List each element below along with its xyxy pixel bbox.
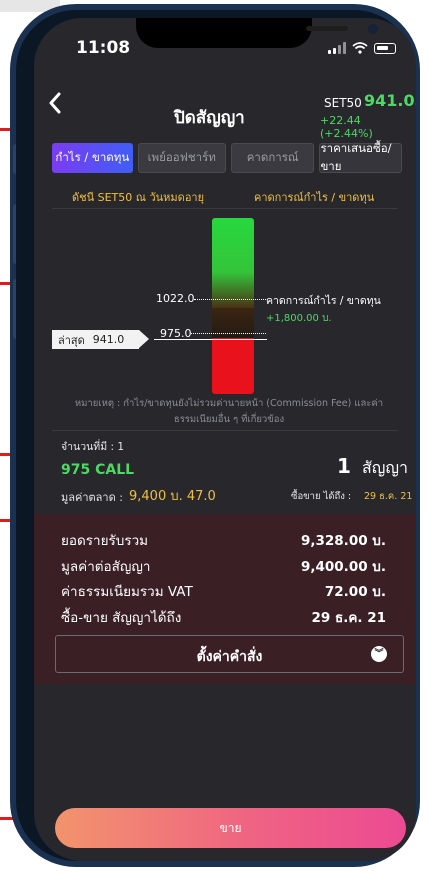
level-strike-line bbox=[191, 333, 266, 334]
contract-count-unit: สัญญา bbox=[362, 458, 409, 477]
disclaimer-note: หมายเหตุ : กำไร/ขาดทุนยังไม่รวมค่านายหน้… bbox=[74, 398, 384, 425]
chevron-left-icon bbox=[49, 92, 61, 114]
camera bbox=[368, 24, 378, 34]
contract-count: 1 สัญญา bbox=[337, 454, 408, 481]
speaker bbox=[306, 26, 348, 31]
wifi-icon bbox=[352, 42, 368, 54]
chevron-double-down-icon: ︾ bbox=[371, 646, 387, 662]
last-price-tag: ล่าสุด 941.0 bbox=[52, 330, 139, 349]
level-high-line bbox=[194, 299, 266, 300]
summary-row-trade-until: ซื้อ-ขาย สัญญาได้ถึง 29 ธ.ค. 21 bbox=[61, 606, 386, 628]
status-icons bbox=[328, 42, 396, 54]
order-settings-button[interactable]: ตั้งค่าคำสั่ง ︾ bbox=[55, 635, 404, 673]
tab-bid-offer[interactable]: ราคาเสนอซื้อ/ขาย bbox=[319, 141, 403, 173]
quantity-held: จำนวนที่มี : 1 bbox=[61, 441, 125, 453]
series-name: 975 CALL bbox=[61, 462, 135, 478]
divider bbox=[52, 208, 398, 209]
summary-label: ค่าธรรมเนียมรวม VAT bbox=[61, 584, 193, 600]
index-value: 941.05 bbox=[364, 91, 416, 110]
pl-forecast-label: คาดการณ์กำไร / ขาดทุน bbox=[266, 295, 381, 307]
back-button[interactable] bbox=[48, 88, 62, 121]
summary-row-per-contract: มูลค่าต่อสัญญา 9,400.00 บ. bbox=[61, 555, 386, 577]
index-change: +22.44 (+2.44%) bbox=[320, 114, 373, 140]
divider bbox=[52, 430, 398, 431]
order-settings-label: ตั้งค่าคำสั่ง bbox=[196, 649, 263, 665]
loss-bar bbox=[212, 338, 254, 394]
chart-left-header: ดัชนี SET50 ณ วันหมดอายุ bbox=[72, 191, 205, 204]
summary-value: 72.00 บ. bbox=[324, 584, 386, 600]
summary-value: 29 ธ.ค. 21 bbox=[311, 610, 386, 626]
contract-count-value: 1 bbox=[337, 454, 351, 478]
summary-label: มูลค่าต่อสัญญา bbox=[61, 559, 151, 575]
last-price-arrow bbox=[139, 330, 149, 348]
tab-profit-loss[interactable]: กำไร / ขาดทุน bbox=[52, 143, 133, 173]
tab-forecast[interactable]: คาดการณ์ bbox=[230, 143, 315, 173]
page-title: ปิดสัญญา bbox=[174, 108, 245, 128]
status-time: 11:08 bbox=[76, 38, 131, 58]
phone-frame: 11:08 ปิดสัญญา SET50 941.05 +22.44 (+2.4… bbox=[10, 4, 420, 867]
summary-value: 9,400.00 บ. bbox=[300, 559, 386, 575]
chart-right-header: คาดการณ์กำไร / ขาดทุน bbox=[254, 191, 375, 204]
last-price-line bbox=[154, 339, 267, 340]
last-price-label: ล่าสุด bbox=[58, 333, 85, 347]
market-value: 9,400 บ. 47.0 bbox=[129, 489, 216, 504]
battery-icon bbox=[374, 42, 396, 54]
index-name: SET50 bbox=[324, 96, 362, 110]
pl-forecast-value: +1,800.00 บ. bbox=[266, 313, 332, 324]
summary-label: ยอดรายรับรวม bbox=[61, 533, 149, 549]
signal-icon bbox=[328, 42, 346, 54]
summary-value: 9,328.00 บ. bbox=[300, 533, 386, 549]
level-high-label: 1022.0 bbox=[156, 292, 195, 305]
market-value-label: มูลค่าตลาด : bbox=[61, 491, 123, 504]
summary-label: ซื้อ-ขาย สัญญาได้ถึง bbox=[61, 610, 182, 626]
tab-bar: กำไร / ขาดทุน เพย์ออฟชาร์ท คาดการณ์ ราคา… bbox=[52, 141, 403, 173]
profit-bar bbox=[212, 218, 254, 308]
last-price-value: 941.0 bbox=[92, 333, 125, 346]
summary-row-total: ยอดรายรับรวม 9,328.00 บ. bbox=[61, 529, 386, 551]
summary-panel: ยอดรายรับรวม 9,328.00 บ. มูลค่าต่อสัญญา … bbox=[34, 514, 416, 684]
summary-row-fee: ค่าธรรมเนียมรวม VAT 72.00 บ. bbox=[61, 580, 386, 602]
trade-until-date: 29 ธ.ค. 21 bbox=[364, 491, 413, 502]
notch bbox=[136, 18, 378, 48]
sell-button[interactable]: ขาย bbox=[55, 808, 406, 848]
tab-payoff-chart[interactable]: เพย์ออฟชาร์ท bbox=[137, 143, 226, 173]
app-screen: 11:08 ปิดสัญญา SET50 941.05 +22.44 (+2.4… bbox=[34, 18, 416, 861]
trade-until-label: ซื้อขาย ได้ถึง : bbox=[291, 491, 352, 502]
